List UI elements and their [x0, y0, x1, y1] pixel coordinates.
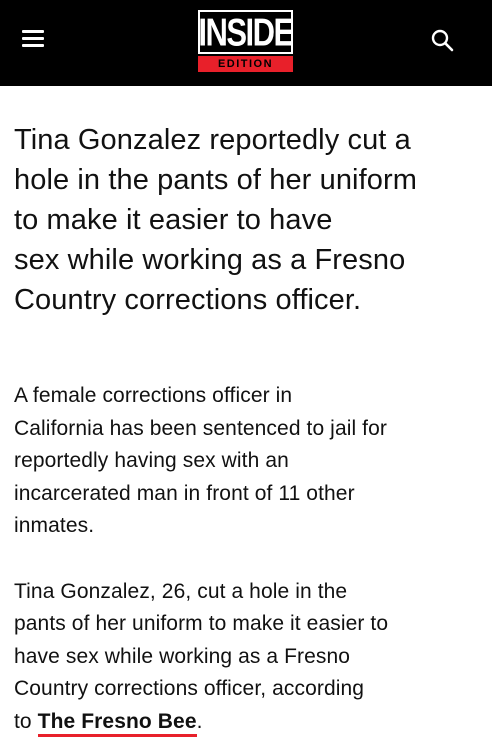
logo-top-text: INSIDE	[198, 10, 294, 54]
source-link-fresno-bee[interactable]: The Fresno Bee	[37, 709, 197, 737]
paragraph-last-line: to The Fresno Bee.	[14, 706, 476, 739]
article-headline: Tina Gonzalez reportedly cut a hole in t…	[14, 120, 476, 320]
headline-line: to make it easier to have	[14, 204, 333, 236]
paragraph-text: to	[14, 709, 38, 733]
paragraph-line: pants of her uniform to make it easier t…	[14, 612, 389, 635]
headline-line: Tina Gonzalez reportedly cut a	[14, 124, 411, 156]
logo-bottom-text: EDITION	[198, 56, 293, 72]
article-paragraph-2: Tina Gonzalez, 26, cut a hole in the pan…	[14, 576, 476, 739]
paragraph-line: Tina Gonzalez, 26, cut a hole in the	[14, 579, 348, 603]
hamburger-menu-icon[interactable]	[22, 30, 46, 50]
headline-line: Country corrections officer.	[14, 284, 362, 316]
inside-edition-logo[interactable]: INSIDE EDITION	[198, 10, 294, 72]
paragraph-line: California has been sentenced to jail fo…	[14, 416, 387, 440]
headline-line: hole in the pants of her uniform	[14, 164, 417, 196]
article-body: Tina Gonzalez reportedly cut a hole in t…	[0, 120, 492, 738]
paragraph-text: .	[196, 709, 203, 733]
article-paragraph-1: A female corrections officer in Californ…	[14, 380, 476, 543]
search-icon[interactable]	[430, 28, 456, 54]
paragraph-line: inmates.	[14, 514, 95, 537]
logo-top-box: INSIDE	[198, 10, 294, 54]
paragraph-line: A female corrections officer in	[14, 384, 293, 407]
top-nav-bar: INSIDE EDITION	[0, 0, 492, 86]
paragraph-line: have sex while working as a Fresno	[14, 644, 351, 668]
paragraph-line: Country corrections officer, according	[14, 677, 365, 700]
paragraph-line: reportedly having sex with an	[14, 449, 289, 472]
menu-bar-line	[22, 30, 44, 33]
menu-bar-line	[22, 37, 44, 40]
menu-bar-line	[22, 44, 44, 47]
paragraph-line: incarcerated man in front of 11 other	[14, 481, 355, 505]
headline-line: sex while working as a Fresno	[14, 244, 406, 276]
